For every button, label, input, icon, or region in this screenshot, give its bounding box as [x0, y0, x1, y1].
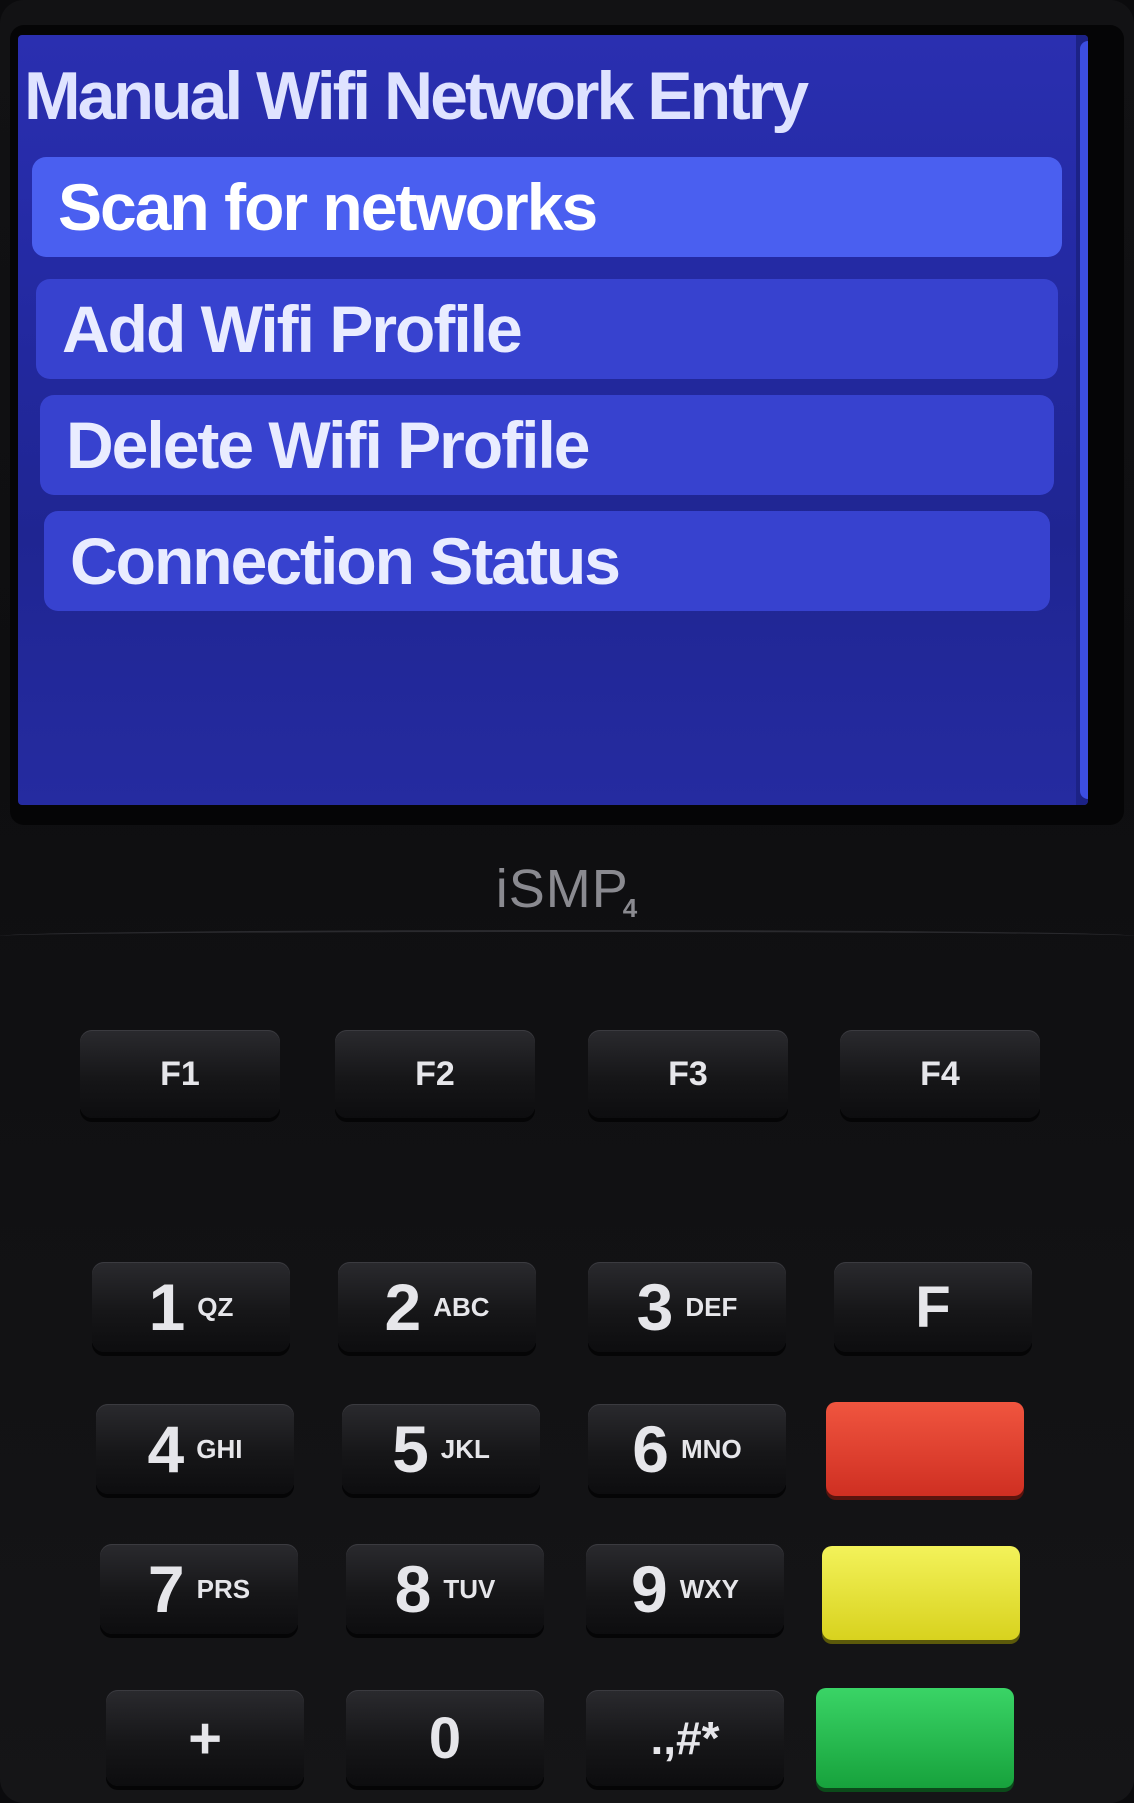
menu-item-delete-wifi-profile[interactable]: Delete Wifi Profile — [40, 395, 1054, 495]
key-9-digit: 9 — [631, 1552, 668, 1626]
key-2-digit: 2 — [384, 1270, 422, 1344]
key-1[interactable]: 1 QZ — [92, 1262, 290, 1352]
menu-item-add-wifi-profile[interactable]: Add Wifi Profile — [36, 279, 1058, 379]
f4-key[interactable]: F4 — [840, 1030, 1040, 1118]
key-plus-label: + — [188, 1705, 222, 1771]
key-5[interactable]: 5 JKL — [342, 1404, 540, 1494]
key-4-letters: GHI — [196, 1433, 243, 1464]
key-5-digit: 5 — [392, 1412, 429, 1486]
brand-name: iSMP — [495, 859, 629, 919]
payment-terminal: Manual Wifi Network Entry Scan for netwo… — [0, 0, 1134, 1803]
key-0[interactable]: 0 — [346, 1690, 544, 1786]
menu-item-connection-status[interactable]: Connection Status — [44, 511, 1050, 611]
cancel-key[interactable] — [826, 1402, 1024, 1496]
enter-key[interactable] — [816, 1688, 1014, 1788]
brand-logo: iSMP4 — [0, 858, 1134, 924]
scrollbar-thumb[interactable] — [1080, 41, 1088, 799]
key-1-digit: 1 — [148, 1270, 186, 1344]
f3-key[interactable]: F3 — [588, 1030, 788, 1118]
f2-key[interactable]: F2 — [335, 1030, 535, 1118]
key-8[interactable]: 8 TUV — [346, 1544, 544, 1634]
key-f-label: F — [915, 1274, 951, 1340]
key-7-digit: 7 — [147, 1552, 185, 1626]
key-5-letters: JKL — [440, 1433, 490, 1464]
f1-key[interactable]: F1 — [80, 1030, 280, 1118]
key-punctuation-label: .,#* — [650, 1712, 720, 1764]
key-9-letters: WXY — [679, 1573, 739, 1604]
brand-model-suffix: 4 — [622, 893, 639, 923]
terminal-screen: Manual Wifi Network Entry Scan for netwo… — [18, 35, 1088, 805]
key-8-digit: 8 — [394, 1552, 432, 1626]
key-3-digit: 3 — [636, 1270, 674, 1344]
key-2[interactable]: 2 ABC — [338, 1262, 536, 1352]
screen-title: Manual Wifi Network Entry — [24, 58, 809, 134]
key-punctuation[interactable]: .,#* — [586, 1690, 784, 1786]
key-f[interactable]: F — [834, 1262, 1032, 1352]
menu-item-scan-for-networks[interactable]: Scan for networks — [32, 157, 1062, 257]
key-6-letters: MNO — [681, 1433, 742, 1464]
key-4-digit: 4 — [147, 1412, 185, 1486]
key-plus[interactable]: + — [106, 1690, 304, 1786]
key-7[interactable]: 7 PRS — [100, 1544, 298, 1634]
key-3-letters: DEF — [685, 1291, 738, 1322]
key-7-letters: PRS — [196, 1573, 251, 1604]
key-0-label: 0 — [428, 1705, 462, 1771]
correction-key[interactable] — [822, 1546, 1020, 1640]
key-4[interactable]: 4 GHI — [96, 1404, 294, 1494]
key-1-letters: QZ — [197, 1291, 234, 1322]
key-6[interactable]: 6 MNO — [588, 1404, 786, 1494]
keypad-divider — [0, 930, 1134, 942]
key-8-letters: TUV — [443, 1573, 496, 1604]
key-6-digit: 6 — [632, 1412, 670, 1486]
key-3[interactable]: 3 DEF — [588, 1262, 786, 1352]
key-9[interactable]: 9 WXY — [586, 1544, 784, 1634]
key-2-letters: ABC — [433, 1291, 490, 1322]
